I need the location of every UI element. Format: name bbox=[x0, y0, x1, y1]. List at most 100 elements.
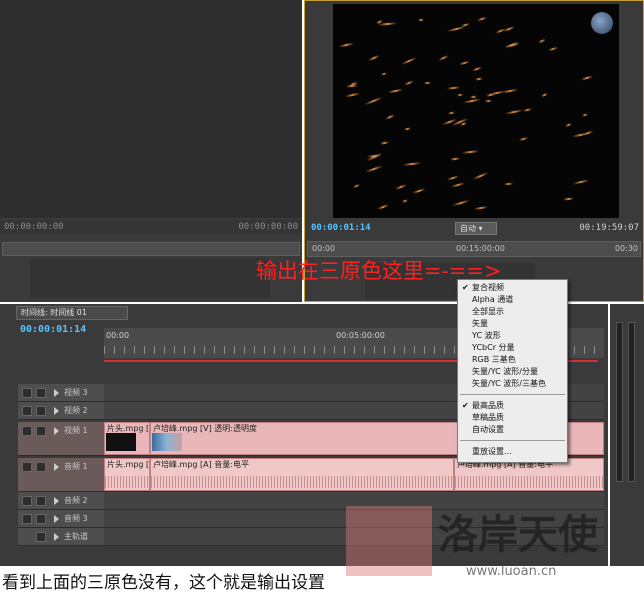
particle-streak bbox=[471, 66, 483, 72]
timeline-ruler-label: 00:05:00:00 bbox=[336, 331, 385, 340]
track-name: 音频 3 bbox=[64, 514, 88, 523]
particle-streak bbox=[338, 42, 355, 48]
expand-icon[interactable] bbox=[54, 533, 59, 541]
expand-icon[interactable] bbox=[54, 389, 59, 397]
source-timecode-left[interactable]: 00:00:00:00 bbox=[4, 222, 64, 232]
checkmark-icon: ✔ bbox=[462, 401, 469, 410]
clip-label: 卢培峰.mpg [V] 透明:透明度 bbox=[153, 424, 257, 433]
source-time-ruler[interactable] bbox=[2, 242, 300, 256]
menu-item[interactable]: 全部显示 bbox=[458, 306, 567, 318]
particle-streak bbox=[380, 72, 388, 76]
particle-streak bbox=[580, 75, 594, 81]
particle-streak bbox=[387, 88, 404, 94]
track-name: 视频 1 bbox=[64, 426, 88, 435]
clip-label: 片头.mpg [A] bbox=[107, 460, 150, 469]
particle-streak bbox=[447, 25, 466, 33]
lock-icon[interactable] bbox=[36, 406, 46, 416]
lock-icon[interactable] bbox=[36, 426, 46, 436]
particle-streak bbox=[385, 113, 395, 121]
menu-item[interactable]: 矢量 bbox=[458, 318, 567, 330]
particle-streak bbox=[547, 46, 559, 52]
video-clip[interactable]: 片头.mpg [V] bbox=[104, 422, 150, 455]
menu-item[interactable]: YCbCr 分量 bbox=[458, 342, 567, 354]
program-timecode-bar: 00:00:01:14 自动 ▾ 00:19:59:07 bbox=[305, 221, 643, 237]
particle-streak bbox=[401, 199, 409, 203]
menu-item[interactable]: YC 波形 bbox=[458, 330, 567, 342]
particle-streak bbox=[403, 127, 412, 131]
particle-streak bbox=[449, 157, 461, 161]
lock-icon[interactable] bbox=[36, 496, 46, 506]
checkmark-icon: ✔ bbox=[462, 283, 469, 292]
particle-streak bbox=[417, 18, 425, 22]
watermark-logo: 洛岸天使 bbox=[438, 511, 598, 558]
menu-item-rgb-parade[interactable]: RGB 三基色 bbox=[458, 354, 567, 366]
particle-streak bbox=[456, 93, 464, 97]
menu-item-label: YCbCr 分量 bbox=[472, 343, 515, 352]
clip-thumbnail bbox=[106, 433, 136, 451]
expand-icon[interactable] bbox=[54, 463, 59, 471]
track-name: 主轨道 bbox=[64, 532, 88, 541]
audio-clip[interactable]: 片头.mpg [A] bbox=[104, 458, 150, 491]
menu-item[interactable]: 草稿品质 bbox=[458, 412, 567, 424]
lock-icon[interactable] bbox=[36, 532, 46, 542]
menu-item[interactable]: 矢量/YC 波形/分量 bbox=[458, 366, 567, 378]
menu-item-playback-settings[interactable]: 重放设置... bbox=[458, 446, 567, 458]
particle-streak bbox=[522, 108, 533, 112]
track-header: 视频 1 bbox=[18, 422, 104, 455]
track-name: 音频 2 bbox=[64, 496, 88, 505]
speaker-icon[interactable] bbox=[22, 496, 32, 506]
menu-item-label: 最高品质 bbox=[472, 401, 504, 410]
particle-streak bbox=[582, 130, 594, 136]
menu-item-label: Alpha 通道 bbox=[472, 295, 514, 304]
audio-meter-right bbox=[628, 322, 635, 482]
program-timecode-current[interactable]: 00:00:01:14 bbox=[311, 223, 371, 233]
expand-icon[interactable] bbox=[54, 407, 59, 415]
particle-streak bbox=[423, 81, 432, 85]
menu-item[interactable]: Alpha 通道 bbox=[458, 294, 567, 306]
lock-icon[interactable] bbox=[36, 388, 46, 398]
particle-streak bbox=[581, 113, 589, 117]
track-header: 视频 3 bbox=[18, 384, 104, 401]
eye-icon[interactable] bbox=[22, 406, 32, 416]
program-monitor-screen bbox=[333, 4, 619, 218]
particle-streak bbox=[537, 38, 547, 44]
particle-streak bbox=[402, 162, 422, 166]
program-ruler-label: 00:00 bbox=[312, 244, 336, 253]
lock-icon[interactable] bbox=[36, 462, 46, 472]
menu-item[interactable]: 自动设置 bbox=[458, 424, 567, 436]
track-header: 音频 2 bbox=[18, 492, 104, 509]
menu-separator bbox=[460, 394, 565, 395]
particle-streak bbox=[401, 56, 417, 66]
tab-timeline[interactable]: 时间线: 时间线 01 bbox=[16, 306, 128, 320]
zoom-level-label: 自动 bbox=[460, 224, 476, 233]
particle-streak bbox=[412, 187, 426, 195]
particle-streak bbox=[352, 183, 361, 189]
source-transport-controls[interactable] bbox=[30, 258, 270, 298]
program-output-menu: ✔ 复合视频 Alpha 通道 全部显示 矢量 YC 波形 YCbCr 分量 RG… bbox=[457, 279, 568, 463]
audio-clip[interactable]: 卢培峰.mpg [A] 音量:电平 bbox=[150, 458, 454, 491]
menu-item-label: 矢量/YC 波形/分量 bbox=[472, 367, 538, 376]
expand-icon[interactable] bbox=[54, 497, 59, 505]
timeline-timecode[interactable]: 00:00:01:14 bbox=[20, 324, 86, 335]
particle-streak bbox=[447, 111, 456, 115]
speaker-icon[interactable] bbox=[22, 462, 32, 472]
watermark-url: www.luoan.cn bbox=[466, 564, 557, 579]
particle-streak bbox=[476, 16, 488, 22]
source-monitor-screen bbox=[0, 0, 302, 218]
menu-item[interactable]: 矢量/YC 波形/三基色 bbox=[458, 378, 567, 390]
program-ruler-label: 00:15:00:00 bbox=[456, 244, 505, 253]
expand-icon[interactable] bbox=[54, 515, 59, 523]
menu-item[interactable]: ✔ 最高品质 bbox=[458, 400, 567, 412]
earth-image bbox=[591, 12, 613, 34]
audio-waveform bbox=[105, 476, 149, 488]
zoom-level-select[interactable]: 自动 ▾ bbox=[455, 222, 497, 235]
expand-icon[interactable] bbox=[54, 427, 59, 435]
track-name: 视频 2 bbox=[64, 406, 88, 415]
eye-icon[interactable] bbox=[22, 388, 32, 398]
menu-item-label: 矢量/YC 波形/三基色 bbox=[472, 379, 546, 388]
audio-waveform bbox=[151, 476, 453, 488]
speaker-icon[interactable] bbox=[22, 514, 32, 524]
eye-icon[interactable] bbox=[22, 426, 32, 436]
lock-icon[interactable] bbox=[36, 514, 46, 524]
menu-item[interactable]: ✔ 复合视频 bbox=[458, 282, 567, 294]
